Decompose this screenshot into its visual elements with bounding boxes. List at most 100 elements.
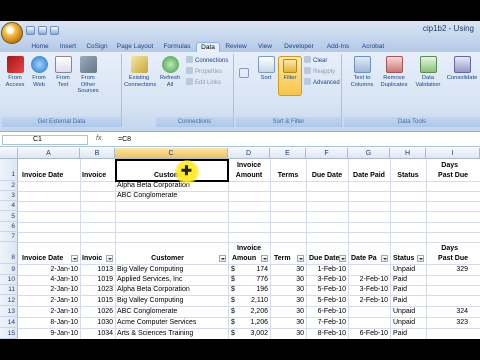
cell-days-past-due[interactable]: 329 bbox=[426, 265, 468, 275]
criteria-header-invoice-date[interactable]: Invoice Date bbox=[22, 171, 63, 181]
column-header-i[interactable]: I bbox=[426, 148, 480, 159]
cell-customer[interactable]: ABC Conglomerate bbox=[117, 307, 177, 317]
reapply-button[interactable]: Reapply bbox=[304, 67, 335, 76]
table-header-days-line2[interactable]: Past Due bbox=[426, 254, 468, 264]
cell-amount[interactable]: 1,206 bbox=[228, 318, 268, 328]
cell-date-paid[interactable]: 2-Feb-10 bbox=[348, 296, 388, 306]
cell-invoice[interactable]: 1013 bbox=[80, 265, 113, 275]
cell-invoice-date[interactable]: 8-Jan-10 bbox=[18, 318, 78, 328]
cell-invoice[interactable]: 1030 bbox=[80, 318, 113, 328]
cell-customer[interactable]: Applied Services, Inc bbox=[117, 275, 182, 285]
cell-amount[interactable]: 174 bbox=[228, 265, 268, 275]
column-header-h[interactable]: H bbox=[390, 148, 426, 159]
cell-terms[interactable]: 30 bbox=[270, 265, 304, 275]
edit-links-button[interactable]: Edit Links bbox=[186, 78, 221, 87]
cell-invoice[interactable]: 1034 bbox=[80, 329, 113, 339]
column-header-f[interactable]: F bbox=[306, 148, 348, 159]
filter-dropdown-icon[interactable] bbox=[417, 255, 424, 262]
cell-invoice-date[interactable]: 4-Jan-10 bbox=[18, 275, 78, 285]
cell-invoice-date[interactable]: 9-Jan-10 bbox=[18, 329, 78, 339]
cell-amount[interactable]: 2,110 bbox=[228, 296, 268, 306]
criteria-header-status[interactable]: Status bbox=[390, 171, 426, 181]
row-header-8[interactable]: 8 bbox=[0, 242, 18, 264]
from-text-button[interactable]: From Text bbox=[51, 56, 75, 88]
filter-dropdown-icon[interactable] bbox=[261, 255, 268, 262]
cell-due-date[interactable]: 5-Feb-10 bbox=[306, 296, 346, 306]
cell-customer[interactable]: Big Valley Computing bbox=[117, 296, 183, 306]
connections-button[interactable]: Connections bbox=[186, 56, 228, 65]
office-button[interactable] bbox=[1, 22, 23, 44]
cell-status[interactable]: Paid bbox=[393, 285, 407, 295]
cell-amount[interactable]: 196 bbox=[228, 285, 268, 295]
criteria-customer-2[interactable]: ABC Conglomerate bbox=[117, 191, 177, 201]
row-header-12[interactable]: 12 bbox=[0, 295, 18, 306]
row-header-10[interactable]: 10 bbox=[0, 275, 18, 285]
row-header-7[interactable]: 7 bbox=[0, 232, 18, 242]
cell-due-date[interactable]: 1-Feb-10 bbox=[306, 265, 346, 275]
cell-invoice-date[interactable]: 2-Jan-10 bbox=[18, 285, 78, 295]
text-to-columns-button[interactable]: Text to Columns bbox=[348, 56, 376, 88]
column-header-d[interactable]: D bbox=[228, 148, 270, 159]
table-header-amount-line1[interactable]: Invoice bbox=[228, 244, 270, 254]
cell-due-date[interactable]: 7-Feb-10 bbox=[306, 318, 346, 328]
table-header-customer[interactable]: Customer bbox=[115, 254, 220, 264]
existing-connections-button[interactable]: Existing Connections bbox=[124, 56, 156, 88]
row-header-15[interactable]: 15 bbox=[0, 328, 18, 339]
cell-date-paid[interactable]: 3-Feb-10 bbox=[348, 285, 388, 295]
column-header-c[interactable]: C bbox=[115, 148, 228, 159]
criteria-header-days-line2[interactable]: Past Due bbox=[426, 171, 468, 181]
cell-status[interactable]: Paid bbox=[393, 329, 407, 339]
refresh-all-button[interactable]: Refresh All bbox=[158, 56, 182, 88]
table-header-invoice-date[interactable]: Invoice Date bbox=[22, 254, 63, 264]
formula-input[interactable]: =C8 bbox=[118, 135, 478, 145]
criteria-customer-1[interactable]: Alpha Beta Corporation bbox=[117, 181, 190, 191]
cell-customer[interactable]: Arts & Sciences Training bbox=[117, 329, 193, 339]
cell-invoice[interactable]: 1023 bbox=[80, 285, 113, 295]
filter-dropdown-icon[interactable] bbox=[381, 255, 388, 262]
cell-status[interactable]: Unpaid bbox=[393, 318, 415, 328]
advanced-button[interactable]: Advanced bbox=[304, 78, 340, 87]
cell-invoice[interactable]: 1019 bbox=[80, 275, 113, 285]
column-header-b[interactable]: B bbox=[80, 148, 115, 159]
select-all-corner[interactable] bbox=[0, 148, 18, 159]
cell-due-date[interactable]: 8-Feb-10 bbox=[306, 329, 346, 339]
save-icon[interactable] bbox=[26, 26, 35, 35]
cell-amount[interactable]: 776 bbox=[228, 275, 268, 285]
cell-invoice[interactable]: 1026 bbox=[80, 307, 113, 317]
cell-status[interactable]: Unpaid bbox=[393, 307, 415, 317]
cell-customer[interactable]: Acme Computer Services bbox=[117, 318, 196, 328]
cell-terms[interactable]: 30 bbox=[270, 329, 304, 339]
column-header-a[interactable]: A bbox=[18, 148, 80, 159]
cell-customer[interactable]: Big Valley Computing bbox=[117, 265, 183, 275]
cell-terms[interactable]: 30 bbox=[270, 285, 304, 295]
row-header-13[interactable]: 13 bbox=[0, 306, 18, 317]
criteria-header-invoice-amount-line2[interactable]: Amount bbox=[228, 171, 270, 181]
criteria-header-due-date[interactable]: Due Date bbox=[306, 171, 348, 181]
table-header-amount-line2[interactable]: Amoun bbox=[232, 254, 256, 264]
filter-button[interactable]: Filter bbox=[278, 56, 302, 96]
consolidate-button[interactable]: Consolidate bbox=[446, 56, 478, 82]
row-header-4[interactable]: 4 bbox=[0, 201, 18, 211]
cell-status[interactable]: Paid bbox=[393, 275, 407, 285]
cell-date-paid[interactable]: 2-Feb-10 bbox=[348, 275, 388, 285]
cell-invoice-date[interactable]: 2-Jan-10 bbox=[18, 307, 78, 317]
from-other-sources-button[interactable]: From Other Sources bbox=[75, 56, 101, 95]
cell-terms[interactable]: 30 bbox=[270, 275, 304, 285]
cell-status[interactable]: Unpaid bbox=[393, 265, 415, 275]
cell-invoice-date[interactable]: 2-Jan-10 bbox=[18, 265, 78, 275]
row-header-1[interactable]: 1 bbox=[0, 159, 18, 181]
sort-button[interactable]: Sort bbox=[254, 56, 278, 82]
column-header-e[interactable]: E bbox=[270, 148, 306, 159]
column-header-g[interactable]: G bbox=[348, 148, 390, 159]
data-validation-button[interactable]: Data Validation bbox=[412, 56, 444, 88]
row-header-2[interactable]: 2 bbox=[0, 181, 18, 191]
criteria-header-invoice[interactable]: Invoice bbox=[82, 171, 106, 181]
cell-status[interactable]: Paid bbox=[393, 296, 407, 306]
insert-function-icon[interactable]: fx bbox=[96, 135, 101, 142]
cell-terms[interactable]: 30 bbox=[270, 318, 304, 328]
cell-due-date[interactable]: 3-Feb-10 bbox=[306, 275, 346, 285]
filter-dropdown-icon[interactable] bbox=[106, 255, 113, 262]
filter-dropdown-icon[interactable] bbox=[297, 255, 304, 262]
cell-due-date[interactable]: 5-Feb-10 bbox=[306, 285, 346, 295]
row-header-5[interactable]: 5 bbox=[0, 211, 18, 222]
